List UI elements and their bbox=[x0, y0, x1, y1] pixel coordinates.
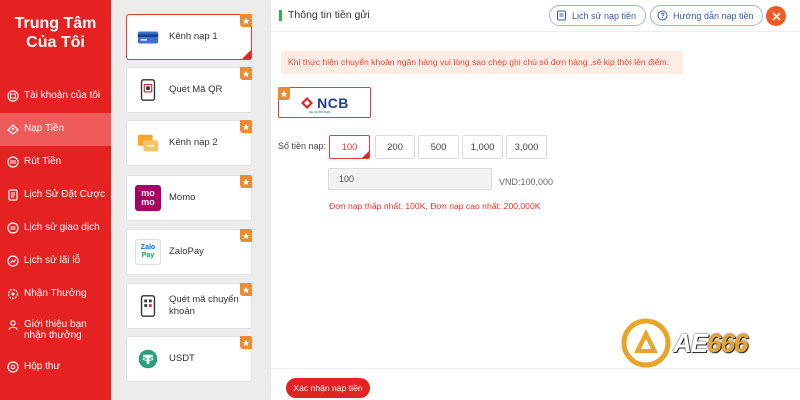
deposit-channel-list: Kênh nạp 1 Quét Mã QR Kênh nạp 2 mo mo M… bbox=[111, 0, 268, 400]
qr-transfer-icon bbox=[135, 293, 161, 319]
channel-label: USDT bbox=[169, 353, 195, 364]
selected-corner-mark bbox=[242, 50, 251, 59]
deposit-history-button[interactable]: Lịch sử nạp tiền bbox=[549, 5, 647, 26]
channel-label: Kênh nạp 1 bbox=[169, 31, 218, 42]
sidebar-item-label: Giới thiệu bạn nhận thưởng bbox=[24, 319, 87, 341]
channel-label: Momo bbox=[169, 192, 196, 203]
channel-kenh-nap-2[interactable]: Kênh nạp 2 bbox=[126, 120, 252, 166]
profit-loss-icon bbox=[7, 255, 19, 267]
momo-logo: mo mo bbox=[135, 185, 161, 211]
ncb-logo: NCB bbox=[300, 95, 349, 111]
channel-label: Quét Mã QR bbox=[169, 84, 223, 95]
bank-card-icon bbox=[135, 24, 161, 50]
reward-icon bbox=[7, 288, 19, 300]
ncb-mark-icon bbox=[301, 96, 314, 109]
sidebar-item-label: Hộp thư bbox=[24, 361, 61, 372]
amount-option-200[interactable]: 200 bbox=[375, 135, 415, 159]
star-badge-icon bbox=[240, 336, 252, 349]
sidebar: Trung Tâm Của Tôi Tài khoản của tôi Nạp … bbox=[0, 0, 111, 400]
notice-banner: Khi thực hiện chuyển khoản ngân hàng vui… bbox=[281, 51, 683, 74]
sidebar-item-transaction-history[interactable]: Lịch sử giao dịch bbox=[0, 212, 111, 245]
star-badge-icon bbox=[240, 67, 252, 80]
channel-momo[interactable]: mo mo Momo bbox=[126, 175, 252, 221]
sidebar-item-account[interactable]: Tài khoản của tôi bbox=[0, 80, 111, 113]
sidebar-item-label: Lịch Sử Đặt Cược bbox=[24, 189, 106, 200]
amount-option-1000[interactable]: 1,000 bbox=[462, 135, 503, 159]
sidebar-item-referral[interactable]: Giới thiệu bạn nhận thưởng bbox=[0, 311, 111, 351]
sidebar-item-deposit[interactable]: Nạp Tiền bbox=[0, 113, 111, 146]
amount-option-3000[interactable]: 3,000 bbox=[506, 135, 547, 159]
sidebar-item-label: Lịch sử giao dịch bbox=[24, 222, 100, 233]
star-badge-icon bbox=[240, 175, 252, 188]
channel-qr[interactable]: Quét Mã QR bbox=[126, 67, 252, 113]
panel-header: Thông tin tiền gửi Lịch sử nạp tiền Hướn… bbox=[271, 0, 800, 32]
star-badge-icon bbox=[240, 14, 252, 27]
ncb-subtitle: NH QUỐC DÂN bbox=[309, 110, 331, 114]
bank-option-ncb[interactable]: NCB NH QUỐC DÂN bbox=[278, 87, 371, 118]
brand-text: AE666 bbox=[673, 327, 749, 358]
brand-logo: AE666 bbox=[620, 313, 780, 373]
star-badge-icon bbox=[240, 229, 252, 242]
withdraw-icon bbox=[7, 156, 19, 168]
account-icon bbox=[7, 90, 19, 102]
close-button[interactable] bbox=[766, 6, 786, 26]
sidebar-item-reward[interactable]: Nhận Thưởng bbox=[0, 278, 111, 311]
page-title: Thông tin tiền gửi bbox=[279, 10, 370, 21]
amount-option-500[interactable]: 500 bbox=[418, 135, 459, 159]
mailbox-icon bbox=[7, 361, 19, 373]
deposit-guide-button[interactable]: Hướng dẫn nạp tiền bbox=[650, 5, 764, 26]
transfer-icon bbox=[135, 130, 161, 156]
sidebar-item-profit-loss[interactable]: Lịch sử lãi lỗ bbox=[0, 245, 111, 278]
usdt-logo bbox=[135, 346, 161, 372]
channel-usdt[interactable]: USDT bbox=[126, 336, 252, 382]
sidebar-item-label: Nhận Thưởng bbox=[24, 288, 87, 299]
channel-zalopay[interactable]: Zalo Pay ZaloPay bbox=[126, 229, 252, 275]
close-icon bbox=[771, 11, 781, 21]
deposit-icon bbox=[7, 123, 19, 135]
channel-label: Quét mã chuyển khoản bbox=[169, 294, 239, 317]
zalopay-logo: Zalo Pay bbox=[135, 239, 161, 265]
channel-label: ZaloPay bbox=[169, 246, 204, 257]
confirm-deposit-button[interactable]: Xác nhận nạp tiền bbox=[286, 378, 370, 398]
star-badge-icon bbox=[240, 283, 252, 296]
sidebar-nav: Tài khoản của tôi Nạp Tiền Rút Tiền Lịch… bbox=[0, 80, 111, 384]
sidebar-item-label: Nạp Tiền bbox=[24, 123, 65, 134]
sidebar-item-label: Rút Tiền bbox=[24, 156, 62, 167]
referral-icon bbox=[7, 319, 19, 331]
help-icon bbox=[657, 10, 668, 21]
channel-label: Kênh nạp 2 bbox=[169, 137, 218, 148]
channel-qr-transfer[interactable]: Quét mã chuyển khoản bbox=[126, 283, 252, 329]
star-badge-icon bbox=[278, 87, 290, 100]
sidebar-item-label: Tài khoản của tôi bbox=[24, 90, 101, 101]
sidebar-item-bet-history[interactable]: Lịch Sử Đặt Cược bbox=[0, 179, 111, 212]
history-icon bbox=[557, 10, 566, 21]
amount-label: Số tiền nạp: bbox=[278, 141, 327, 151]
sidebar-item-withdraw[interactable]: Rút Tiền bbox=[0, 146, 111, 179]
channel-kenh-nap-1[interactable]: Kênh nạp 1 bbox=[126, 14, 252, 60]
bet-history-icon bbox=[7, 189, 19, 201]
star-badge-icon bbox=[240, 120, 252, 133]
deposit-limits: Đơn nạp thấp nhất: 100K, Đơn nạp cao nhấ… bbox=[329, 201, 541, 211]
transaction-history-icon bbox=[7, 222, 19, 234]
brand-mark-icon bbox=[621, 318, 671, 368]
sidebar-item-mailbox[interactable]: Hộp thư bbox=[0, 351, 111, 384]
amount-input[interactable] bbox=[328, 168, 492, 190]
selected-corner-mark bbox=[362, 151, 369, 158]
amount-option-100[interactable]: 100 bbox=[329, 135, 370, 159]
vnd-conversion: VND:100,000 bbox=[499, 177, 554, 187]
sidebar-item-label: Lịch sử lãi lỗ bbox=[24, 255, 81, 266]
sidebar-title: Trung Tâm Của Tôi bbox=[14, 15, 97, 51]
qr-phone-icon bbox=[135, 77, 161, 103]
